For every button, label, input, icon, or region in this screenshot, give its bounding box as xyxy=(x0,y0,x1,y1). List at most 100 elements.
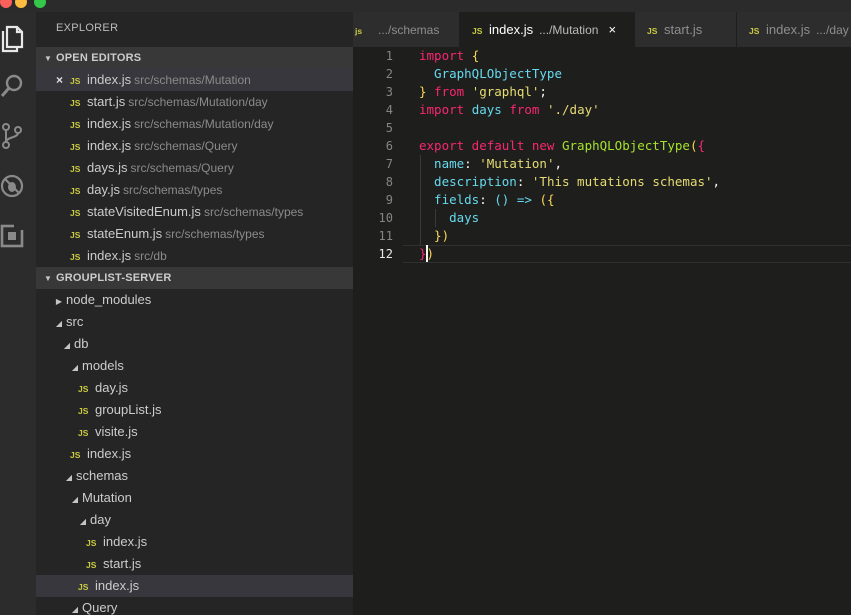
js-file-icon: JS xyxy=(70,230,81,240)
code-token: import xyxy=(419,102,472,117)
open-editor-item[interactable]: JS index.js src/db xyxy=(36,245,353,267)
editor-tab[interactable]: JS start.js xyxy=(635,12,737,47)
code-token: description xyxy=(419,174,517,189)
open-editor-path: src/schemas/Mutation/day xyxy=(128,95,268,109)
tree-file[interactable]: JS visite.js xyxy=(36,421,353,443)
tree-folder[interactable]: ◢ schemas xyxy=(36,465,353,487)
open-editor-path: src/schemas/Query xyxy=(134,139,238,153)
tree-folder-name: Query xyxy=(82,600,118,615)
line-number: 5 xyxy=(385,121,393,135)
chevron-down-icon: ◢ xyxy=(63,341,71,350)
line-number: 11 xyxy=(378,229,393,243)
open-editor-path: src/db xyxy=(134,249,167,263)
code-token: { xyxy=(546,192,555,207)
zoom-window-button[interactable] xyxy=(34,0,46,8)
code-token: { xyxy=(471,48,480,63)
line-number: 6 xyxy=(385,139,393,153)
code-token: export default new xyxy=(419,138,562,153)
open-editors-header[interactable]: ▼ OPEN EDITORS xyxy=(36,47,353,69)
tree-file-name: visite.js xyxy=(95,424,138,439)
source-control-icon[interactable] xyxy=(0,122,25,150)
open-editor-filename: index.js xyxy=(87,116,132,131)
open-editor-filename: index.js xyxy=(87,72,132,87)
tab-filename: start.js xyxy=(664,22,703,37)
tree-folder[interactable]: ▶ node_modules xyxy=(36,289,353,311)
tab-description: .../day xyxy=(816,23,849,37)
tree-file[interactable]: JS index.js xyxy=(36,531,353,553)
open-editor-item[interactable]: JS stateVisitedEnum.js src/schemas/types xyxy=(36,201,353,223)
line-number: 2 xyxy=(385,67,393,81)
open-editor-item[interactable]: JS day.js src/schemas/types xyxy=(36,179,353,201)
chevron-right-icon: ▶ xyxy=(55,297,63,306)
extensions-icon[interactable] xyxy=(0,222,25,250)
open-editor-filename: stateVisitedEnum.js xyxy=(87,204,201,219)
tab-description: .../schemas xyxy=(378,23,440,37)
tree-file[interactable]: JS day.js xyxy=(36,377,353,399)
open-editor-filename: day.js xyxy=(87,182,120,197)
tree-file-name: groupList.js xyxy=(95,402,162,417)
tree-folder-name: db xyxy=(74,336,89,351)
code-line: fields: () => ({ xyxy=(419,191,555,209)
js-file-icon: JS xyxy=(78,384,89,394)
js-file-icon: js xyxy=(355,26,363,36)
close-icon[interactable]: × xyxy=(56,69,70,91)
js-file-icon: JS xyxy=(472,26,483,36)
files-icon[interactable] xyxy=(0,25,25,53)
open-editor-item[interactable]: JS index.js src/schemas/Query xyxy=(36,135,353,157)
debug-icon[interactable] xyxy=(0,172,25,200)
open-editor-item[interactable]: JS start.js src/schemas/Mutation/day xyxy=(36,91,353,113)
code-line: description: 'This mutations schemas', xyxy=(419,173,720,191)
search-icon[interactable] xyxy=(0,73,25,101)
js-file-icon: JS xyxy=(70,142,81,152)
editor-tab[interactable]: JS index.js .../day xyxy=(737,12,851,47)
code-token: : xyxy=(464,156,480,171)
open-editor-item[interactable]: JS index.js src/schemas/Mutation/day xyxy=(36,113,353,135)
editor-tab[interactable]: js .../schemas xyxy=(353,12,460,47)
project-header[interactable]: ▼ GROUPLIST-SERVER xyxy=(36,267,353,289)
js-file-icon: JS xyxy=(70,164,81,174)
tree-folder[interactable]: ◢ Mutation xyxy=(36,487,353,509)
activity-bar xyxy=(0,12,36,615)
open-editor-item[interactable]: JS days.js src/schemas/Query xyxy=(36,157,353,179)
tree-folder[interactable]: ◢ models xyxy=(36,355,353,377)
code-token: days xyxy=(471,102,510,117)
open-editor-filename: days.js xyxy=(87,160,128,175)
js-file-icon: JS xyxy=(70,252,81,262)
code-token: ; xyxy=(539,84,547,99)
tree-folder[interactable]: ◢ src xyxy=(36,311,353,333)
close-window-button[interactable] xyxy=(0,0,12,8)
code-token: import xyxy=(419,48,472,63)
tree-file[interactable]: JS index.js xyxy=(36,443,353,465)
text-cursor xyxy=(426,245,428,262)
tree-file[interactable]: JS index.js xyxy=(36,575,353,597)
open-editor-path: src/schemas/types xyxy=(123,183,223,197)
line-number: 10 xyxy=(378,211,393,225)
tree-folder[interactable]: ◢ db xyxy=(36,333,353,355)
tree-folder-name: models xyxy=(82,358,124,373)
code-editor[interactable]: 1 import {2 GraphQLObjectType 3} from 'gra… xyxy=(353,47,851,615)
open-editor-item[interactable]: JS stateEnum.js src/schemas/types xyxy=(36,223,353,245)
close-icon[interactable]: × xyxy=(608,12,616,47)
line-number: 12 xyxy=(378,247,393,261)
open-editor-item[interactable]: × JS index.js src/schemas/Mutation xyxy=(36,69,353,91)
open-editor-filename: index.js xyxy=(87,138,132,153)
code-token: , xyxy=(712,174,721,189)
js-file-icon: JS xyxy=(78,406,89,416)
tree-folder[interactable]: ◢ Query xyxy=(36,597,353,615)
code-line: GraphQLObjectType xyxy=(419,65,562,83)
js-file-icon: JS xyxy=(78,428,89,438)
line-number: 8 xyxy=(385,175,393,189)
code-token: from xyxy=(509,102,547,117)
js-file-icon: JS xyxy=(70,186,81,196)
chevron-down-icon: ◢ xyxy=(79,517,87,526)
line-number: 9 xyxy=(385,193,393,207)
tree-folder[interactable]: ◢ day xyxy=(36,509,353,531)
tree-file[interactable]: JS groupList.js xyxy=(36,399,353,421)
editor-tab[interactable]: JS index.js .../Mutation × xyxy=(460,12,635,47)
js-file-icon: JS xyxy=(749,26,760,36)
code-token: }) xyxy=(419,228,450,243)
tree-file[interactable]: JS start.js xyxy=(36,553,353,575)
code-token: from xyxy=(426,84,472,99)
minimize-window-button[interactable] xyxy=(15,0,27,8)
chevron-down-icon: ◢ xyxy=(71,495,79,504)
